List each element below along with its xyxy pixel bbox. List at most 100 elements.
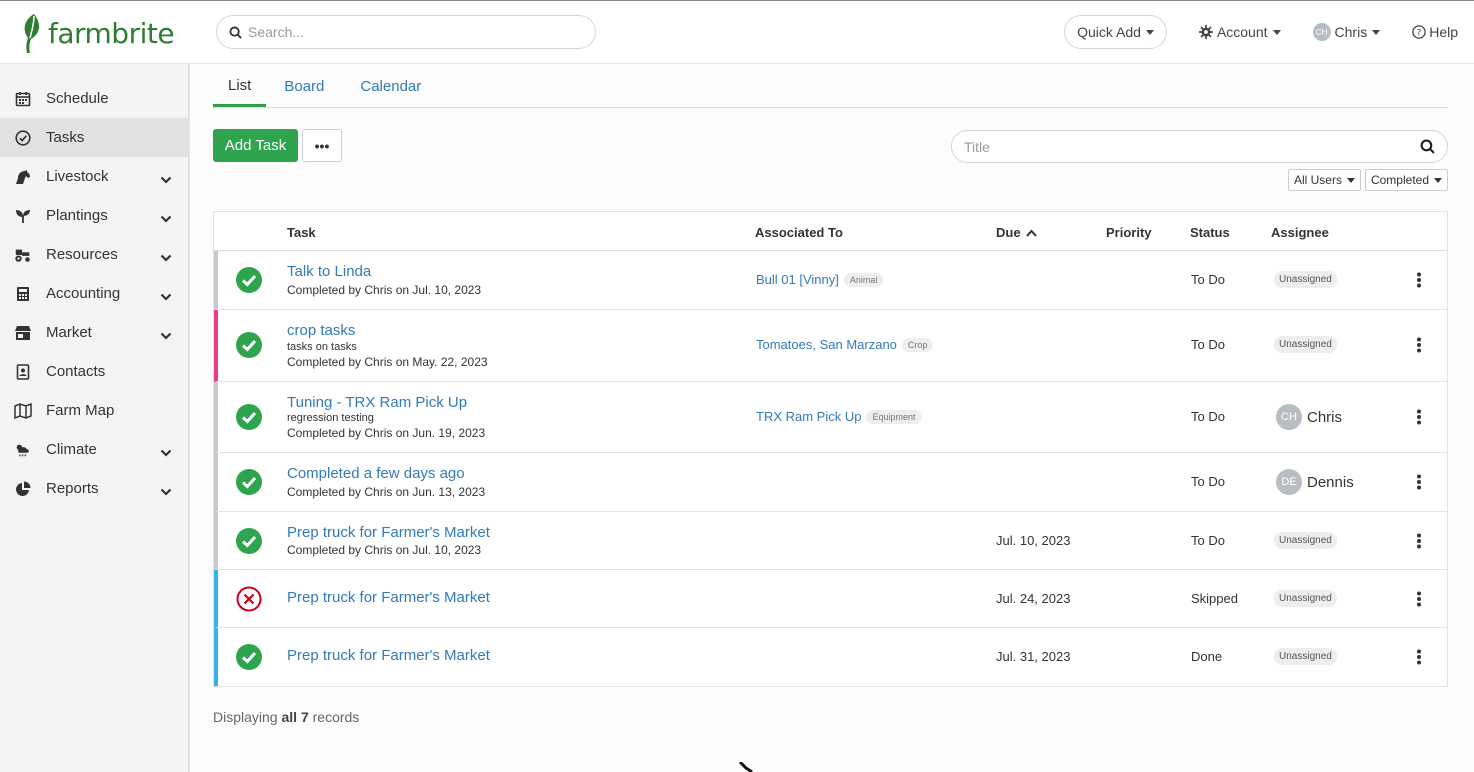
sidebar-item-contacts[interactable]: Contacts — [0, 352, 188, 391]
chevron-down-icon[interactable] — [160, 483, 172, 500]
sidebar-item-schedule[interactable]: Schedule — [0, 79, 188, 118]
global-search[interactable] — [216, 15, 596, 49]
users-filter[interactable]: All Users — [1287, 169, 1361, 191]
task-completed-meta: Completed by Chris on May. 22, 2023 — [287, 355, 488, 369]
assignee[interactable]: DE Dennis — [1276, 469, 1354, 495]
kebab-menu-icon[interactable] — [1416, 591, 1424, 610]
map-icon — [14, 402, 32, 420]
sidebar-item-label: Plantings — [46, 207, 108, 224]
unassigned-badge[interactable]: Unassigned — [1274, 590, 1337, 607]
tab-calendar[interactable]: Calendar — [342, 78, 439, 107]
header-associated[interactable]: Associated To — [755, 225, 843, 240]
associated-link[interactable]: TRX Ram Pick Up — [756, 409, 861, 424]
kebab-menu-icon[interactable] — [1416, 337, 1424, 356]
task-title-link[interactable]: Completed a few days ago — [287, 465, 465, 482]
header-priority[interactable]: Priority — [1106, 225, 1152, 240]
sidebar-item-reports[interactable]: Reports — [0, 469, 188, 508]
completed-check-icon[interactable] — [236, 404, 262, 430]
task-title-link[interactable]: Talk to Linda — [287, 263, 371, 280]
farmbrite-logo[interactable]: farmbrite — [20, 11, 175, 55]
title-search-input[interactable] — [964, 138, 1404, 155]
calculator-icon — [14, 285, 32, 303]
associated-link[interactable]: Bull 01 [Vinny] — [756, 272, 839, 287]
tab-list[interactable]: List — [213, 77, 267, 107]
help-link[interactable]: ? Help — [1412, 24, 1458, 40]
sidebar-item-tasks[interactable]: Tasks — [0, 118, 188, 157]
pie-chart-icon — [14, 480, 32, 498]
table-row: Prep truck for Farmer's Market Completed … — [214, 512, 1447, 570]
sidebar-item-market[interactable]: Market — [0, 313, 188, 352]
sidebar-item-label: Reports — [46, 480, 99, 497]
header-assignee[interactable]: Assignee — [1271, 225, 1329, 240]
header-status[interactable]: Status — [1190, 225, 1230, 240]
help-label: Help — [1429, 24, 1458, 40]
users-filter-label: All Users — [1293, 173, 1342, 187]
sidebar-item-accounting[interactable]: Accounting — [0, 274, 188, 313]
unassigned-badge[interactable]: Unassigned — [1274, 271, 1337, 288]
kebab-menu-icon[interactable] — [1416, 409, 1424, 428]
chevron-down-icon[interactable] — [160, 210, 172, 227]
sidebar-item-label: Farm Map — [46, 402, 115, 419]
skipped-x-icon[interactable] — [236, 586, 262, 612]
completed-check-icon[interactable] — [236, 644, 262, 670]
completed-check-icon[interactable] — [236, 332, 262, 358]
chevron-down-icon[interactable] — [160, 327, 172, 344]
logo-text: farmbrite — [48, 16, 175, 50]
unassigned-badge[interactable]: Unassigned — [1274, 648, 1337, 665]
completed-check-icon[interactable] — [236, 267, 262, 293]
record-count-prefix: Displaying — [213, 709, 282, 725]
sidebar-item-climate[interactable]: Climate — [0, 430, 188, 469]
tasks-table: Task Associated To Due Priority Status A… — [213, 211, 1448, 687]
add-task-button[interactable]: Add Task — [213, 129, 298, 162]
task-title-link[interactable]: Tuning - TRX Ram Pick Up — [287, 394, 467, 411]
chevron-down-icon[interactable] — [160, 249, 172, 266]
header-task[interactable]: Task — [287, 225, 316, 240]
quick-add-button[interactable]: Quick Add — [1064, 15, 1167, 49]
header-due[interactable]: Due — [996, 225, 1037, 240]
status-filter[interactable]: Completed — [1364, 169, 1448, 191]
kebab-menu-icon[interactable] — [1416, 649, 1424, 668]
kebab-menu-icon[interactable] — [1416, 474, 1424, 493]
search-icon[interactable] — [1420, 139, 1435, 154]
user-avatar: CH — [1312, 23, 1331, 41]
sidebar-item-plantings[interactable]: Plantings — [0, 196, 188, 235]
sidebar-item-livestock[interactable]: Livestock — [0, 157, 188, 196]
unassigned-badge[interactable]: Unassigned — [1274, 532, 1337, 549]
chevron-down-icon[interactable] — [160, 444, 172, 461]
associated-type-badge: Crop — [901, 337, 934, 352]
table-body: Talk to Linda Completed by Chris on Jul. … — [214, 251, 1447, 686]
sidebar-item-resources[interactable]: Resources — [0, 235, 188, 274]
mouse-cursor-icon — [738, 762, 753, 772]
task-title-link[interactable]: Prep truck for Farmer's Market — [287, 589, 490, 606]
completed-check-icon[interactable] — [236, 469, 262, 495]
table-row: Prep truck for Farmer's Market Jul. 31, 2… — [214, 628, 1447, 686]
search-input[interactable] — [248, 24, 568, 40]
task-completed-meta: Completed by Chris on Jun. 13, 2023 — [287, 485, 486, 499]
assignee-name: Chris — [1307, 408, 1343, 426]
status-text: To Do — [1191, 533, 1225, 548]
associated-link[interactable]: Tomatoes, San Marzano — [756, 337, 897, 352]
associated-type-badge: Animal — [843, 272, 884, 287]
task-title-link[interactable]: Prep truck for Farmer's Market — [287, 524, 490, 541]
title-search[interactable] — [951, 130, 1448, 163]
chevron-down-icon[interactable] — [160, 288, 172, 305]
account-menu[interactable]: Account — [1198, 24, 1281, 40]
sidebar-item-label: Contacts — [46, 363, 106, 380]
completed-check-icon[interactable] — [236, 528, 262, 554]
more-options-button[interactable]: ••• — [302, 129, 342, 162]
sidebar-item-farm-map[interactable]: Farm Map — [0, 391, 188, 430]
kebab-menu-icon[interactable] — [1416, 533, 1424, 552]
assignee[interactable]: CH Chris — [1276, 404, 1342, 430]
unassigned-badge[interactable]: Unassigned — [1274, 336, 1337, 353]
leaf-icon — [24, 14, 40, 53]
task-title-link[interactable]: crop tasks — [287, 322, 355, 339]
task-title-link[interactable]: Prep truck for Farmer's Market — [287, 647, 490, 664]
task-completed-meta: Completed by Chris on Jul. 10, 2023 — [287, 283, 482, 297]
chevron-down-icon[interactable] — [160, 171, 172, 188]
kebab-menu-icon[interactable] — [1416, 272, 1424, 291]
store-icon — [14, 324, 32, 342]
user-menu[interactable]: CH Chris — [1312, 23, 1381, 41]
tab-board[interactable]: Board — [266, 78, 342, 107]
status-text: Skipped — [1191, 591, 1238, 606]
caret-down-icon — [1434, 177, 1442, 183]
